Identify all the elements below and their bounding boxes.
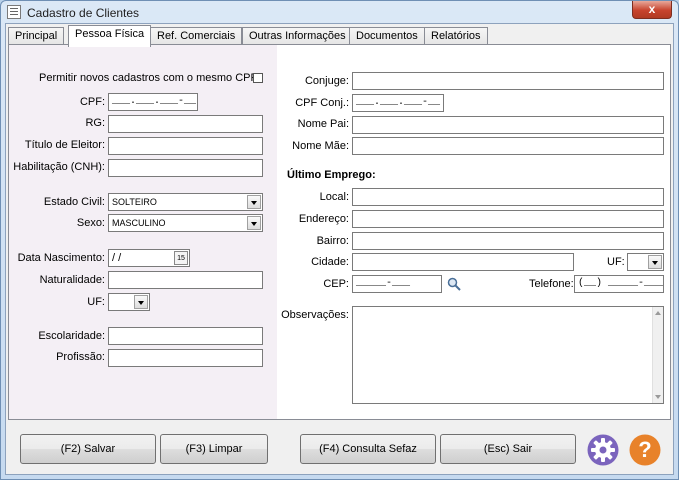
telefone-label: Telefone:: [529, 278, 574, 290]
consulta-sefaz-button[interactable]: (F4) Consulta Sefaz: [300, 434, 436, 464]
nome-pai-label: Nome Pai:: [297, 118, 349, 130]
calendar-icon[interactable]: 15: [174, 251, 188, 265]
titulo-eleitor-input[interactable]: [108, 137, 263, 155]
local-input[interactable]: [352, 188, 664, 206]
estado-civil-value: SOLTEIRO: [112, 197, 157, 207]
estado-civil-select[interactable]: SOLTEIRO: [108, 193, 263, 211]
gear-icon[interactable]: [587, 434, 619, 466]
sexo-value: MASCULINO: [112, 218, 166, 228]
cidade-label: Cidade:: [311, 256, 349, 268]
nome-mae-input[interactable]: [352, 137, 664, 155]
client-area: Principal Pessoa Física Ref. Comerciais …: [5, 23, 674, 475]
search-icon[interactable]: [447, 277, 461, 291]
uf-naturalidade-label: UF:: [87, 296, 105, 308]
chevron-down-icon[interactable]: [247, 216, 261, 230]
profissao-input[interactable]: [108, 349, 263, 367]
sair-button[interactable]: (Esc) Sair: [440, 434, 576, 464]
endereco-input[interactable]: [352, 210, 664, 228]
observacoes-label: Observações:: [281, 309, 349, 321]
data-nascimento-input[interactable]: / / 15: [108, 249, 190, 267]
naturalidade-label: Naturalidade:: [39, 274, 105, 286]
ultimo-emprego-title: Último Emprego:: [287, 169, 376, 181]
app-icon: [7, 5, 21, 19]
scroll-down-icon[interactable]: [655, 395, 661, 399]
help-icon[interactable]: ?: [629, 434, 661, 466]
sexo-select[interactable]: MASCULINO: [108, 214, 263, 232]
main-window: Cadastro de Clientes x Principal Pessoa …: [0, 0, 679, 480]
tab-pessoa-fisica[interactable]: Pessoa Física: [68, 25, 152, 47]
rg-input[interactable]: [108, 115, 263, 133]
cep-input[interactable]: _____-___: [352, 275, 442, 293]
close-button[interactable]: x: [632, 1, 672, 19]
chevron-down-icon[interactable]: [134, 295, 148, 309]
help-glyph: ?: [638, 437, 651, 462]
cidade-input[interactable]: [352, 253, 574, 271]
cpf-label: CPF:: [79, 96, 105, 108]
cep-label: CEP:: [323, 278, 349, 290]
limpar-button[interactable]: (F3) Limpar: [160, 434, 268, 464]
data-nascimento-label: Data Nascimento:: [17, 252, 105, 264]
cpf-conjuge-label: CPF Conj.:: [295, 97, 349, 109]
cnh-input[interactable]: [108, 159, 263, 177]
cpf-input[interactable]: ___.___.___-__: [108, 93, 198, 111]
chevron-down-icon[interactable]: [648, 255, 662, 269]
nome-mae-label: Nome Mãe:: [292, 140, 349, 152]
nome-pai-input[interactable]: [352, 116, 664, 134]
uf-emprego-label: UF:: [607, 256, 625, 268]
profissao-label: Profissão:: [56, 351, 105, 363]
scroll-up-icon[interactable]: [655, 311, 661, 315]
conjuge-label: Conjuge:: [304, 75, 349, 87]
titulo-eleitor-label: Título de Eleitor:: [24, 139, 105, 151]
left-section: Permitir novos cadastros com o mesmo CPF…: [9, 45, 277, 419]
naturalidade-input[interactable]: [108, 271, 263, 289]
tab-panel-pessoa-fisica: Permitir novos cadastros com o mesmo CPF…: [8, 44, 671, 420]
endereco-label: Endereço:: [298, 213, 349, 225]
observacoes-scrollbar[interactable]: [652, 307, 663, 403]
cpf-conjuge-input[interactable]: ___.___.___-__: [352, 94, 444, 112]
bairro-label: Bairro:: [316, 235, 349, 247]
rg-label: RG:: [85, 117, 105, 129]
permitir-cpf-label: Permitir novos cadastros com o mesmo CPF…: [39, 72, 261, 84]
chevron-down-icon[interactable]: [247, 195, 261, 209]
local-label: Local:: [319, 191, 349, 203]
window-title: Cadastro de Clientes: [27, 6, 140, 20]
salvar-button[interactable]: (F2) Salvar: [20, 434, 156, 464]
estado-civil-label: Estado Civil:: [43, 196, 105, 208]
bairro-input[interactable]: [352, 232, 664, 250]
sexo-label: Sexo:: [76, 217, 105, 229]
cnh-label: Habilitação (CNH):: [13, 161, 105, 173]
title-bar: Cadastro de Clientes x: [1, 1, 678, 23]
observacoes-textarea[interactable]: [352, 306, 664, 404]
escolaridade-label: Escolaridade:: [38, 330, 105, 342]
conjuge-input[interactable]: [352, 72, 664, 90]
escolaridade-input[interactable]: [108, 327, 263, 345]
uf-emprego-select[interactable]: [627, 253, 664, 271]
permitir-cpf-checkbox[interactable]: [253, 73, 263, 83]
data-nascimento-value: / /: [112, 252, 122, 264]
telefone-input[interactable]: (__) _____-____: [574, 275, 664, 293]
uf-naturalidade-select[interactable]: [108, 293, 150, 311]
